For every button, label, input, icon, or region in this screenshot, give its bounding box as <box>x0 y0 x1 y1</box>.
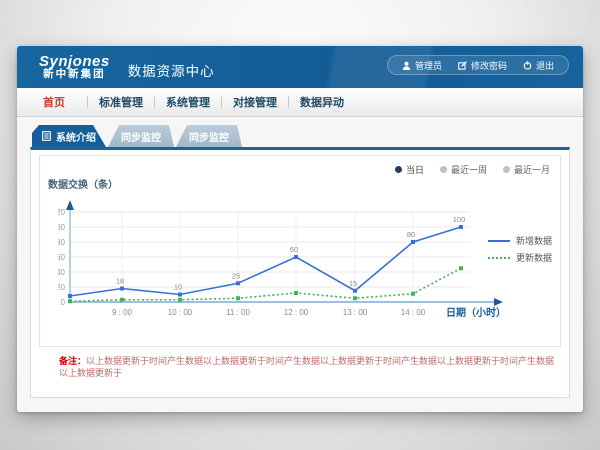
svg-text:25: 25 <box>232 271 240 280</box>
change-password-label: 修改密码 <box>471 59 507 72</box>
legend-label: 更新数据 <box>516 251 552 264</box>
nav-item-home[interactable]: 首页 <box>21 94 87 110</box>
svg-text:9 : 00: 9 : 00 <box>112 308 133 317</box>
tab-sync-monitor-1[interactable]: 同步监控 <box>108 125 174 147</box>
app-window: Synjones 新中新集团 数据资源中心 管理员 修改密码 <box>17 46 583 412</box>
user-menu: 管理员 修改密码 退出 <box>387 55 569 75</box>
tab-label: 同步监控 <box>121 129 161 144</box>
y-axis-title: 数据交换（条） <box>48 176 118 191</box>
svg-text:14 : 00: 14 : 00 <box>401 308 426 317</box>
svg-text:15: 15 <box>349 279 357 288</box>
svg-text:13 : 00: 13 : 00 <box>343 308 368 317</box>
brand-logo-latin: Synjones <box>39 54 110 70</box>
chart-svg: 0 20 40 60 80 100 120 9 : 00 10 : 00 11 : 00 12 : … <box>58 194 510 324</box>
dotted-line-swatch-icon <box>488 257 510 259</box>
user-icon <box>402 61 411 70</box>
footnote: 备注：以上数据更新于时间产生数据以上数据更新于时间产生数据以上数据更新于时间产生… <box>59 356 557 379</box>
chart-container: 当日 最近一周 最近一月 数据交换（条） 0 20 40 60 80 100 120 9 : … <box>39 155 561 347</box>
svg-text:100: 100 <box>58 223 66 232</box>
radio-label: 当日 <box>406 163 424 176</box>
series-legend: 新增数据 更新数据 <box>488 232 552 266</box>
radio-today[interactable]: 当日 <box>395 163 424 176</box>
nav-item-interface-management[interactable]: 对接管理 <box>222 94 288 110</box>
svg-text:11 : 00: 11 : 00 <box>226 308 250 317</box>
time-range-radios: 当日 最近一周 最近一月 <box>395 163 550 176</box>
tab-sync-monitor-2[interactable]: 同步监控 <box>176 125 242 147</box>
legend-label: 新增数据 <box>516 234 552 247</box>
tab-label: 系统介绍 <box>56 129 96 144</box>
tab-system-intro[interactable]: 系统介绍 <box>32 125 106 147</box>
current-user-button[interactable]: 管理员 <box>402 59 442 72</box>
svg-text:80: 80 <box>58 238 66 247</box>
tab-label: 同步监控 <box>189 129 229 144</box>
page-title: 数据资源中心 <box>128 54 215 80</box>
footnote-label: 备注： <box>59 356 86 366</box>
logout-label: 退出 <box>536 59 554 72</box>
main-nav: 首页 标准管理 系统管理 对接管理 数据异动 <box>17 88 583 117</box>
svg-text:20: 20 <box>58 283 66 292</box>
radio-last-week[interactable]: 最近一周 <box>440 163 487 176</box>
legend-item-update-data: 更新数据 <box>488 249 552 266</box>
svg-text:10: 10 <box>174 283 182 292</box>
svg-text:40: 40 <box>58 268 66 277</box>
nav-item-system-management[interactable]: 系统管理 <box>155 94 221 110</box>
legend-item-new-data: 新增数据 <box>488 232 552 249</box>
brand-logo-chinese: 新中新集团 <box>39 69 110 80</box>
svg-text:0: 0 <box>61 298 66 307</box>
svg-text:10 : 00: 10 : 00 <box>168 308 193 317</box>
svg-text:100: 100 <box>453 215 466 224</box>
edit-icon <box>458 61 467 70</box>
current-user-label: 管理员 <box>415 59 442 72</box>
logout-button[interactable]: 退出 <box>523 59 554 72</box>
radio-last-month[interactable]: 最近一月 <box>503 163 550 176</box>
radio-label: 最近一月 <box>514 163 550 176</box>
svg-text:60: 60 <box>290 245 298 254</box>
svg-text:60: 60 <box>58 253 66 262</box>
nav-item-standard-management[interactable]: 标准管理 <box>88 94 154 110</box>
svg-text:18: 18 <box>116 277 124 286</box>
svg-text:120: 120 <box>58 208 66 217</box>
footnote-text: 以上数据更新于时间产生数据以上数据更新于时间产生数据以上数据更新于时间产生数据以… <box>59 356 554 378</box>
svg-text:80: 80 <box>407 230 415 239</box>
header: Synjones 新中新集团 数据资源中心 管理员 修改密码 <box>17 46 583 88</box>
svg-text:12 : 00: 12 : 00 <box>284 308 309 317</box>
radio-dot-icon <box>440 166 447 173</box>
nav-item-data-change[interactable]: 数据异动 <box>289 94 355 110</box>
tab-bar: 系统介绍 同步监控 同步监控 <box>32 125 242 147</box>
svg-text:日期（小时）: 日期（小时） <box>446 306 506 319</box>
radio-dot-icon <box>503 166 510 173</box>
radio-dot-icon <box>395 166 402 173</box>
change-password-button[interactable]: 修改密码 <box>458 59 507 72</box>
brand-logo: Synjones 新中新集团 <box>39 54 110 81</box>
power-icon <box>523 61 532 70</box>
solid-line-swatch-icon <box>488 240 510 242</box>
document-icon <box>42 131 51 141</box>
radio-label: 最近一周 <box>451 163 487 176</box>
content-panel: 当日 最近一周 最近一月 数据交换（条） 0 20 40 60 80 100 120 9 : … <box>30 147 570 398</box>
